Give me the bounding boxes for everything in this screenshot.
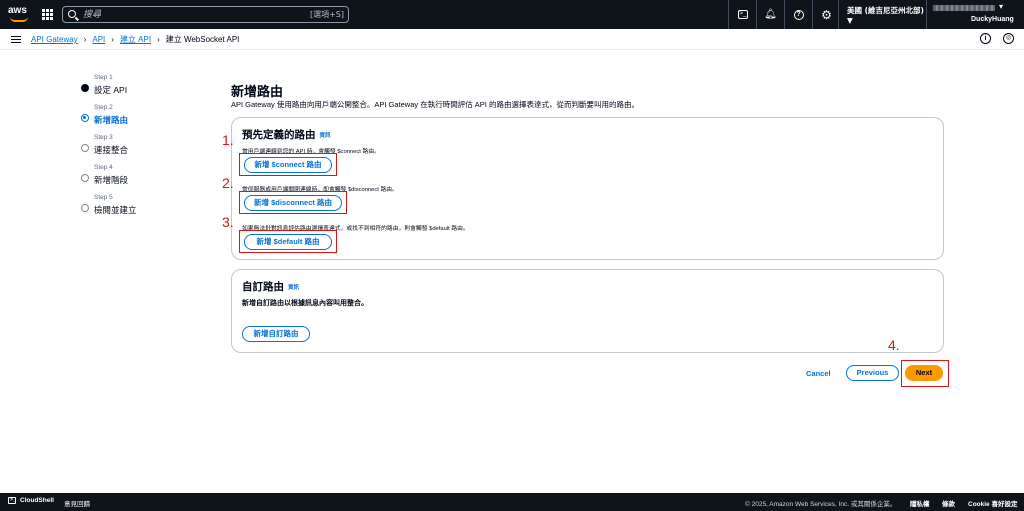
custom-routes-title: 自訂路由 資訊: [242, 279, 299, 294]
custom-routes-panel: [231, 269, 944, 353]
cloudshell-button[interactable]: >_: [728, 0, 756, 29]
step-label: Step 5: [94, 194, 113, 201]
footer: >_ CloudShell 意見回饋 © 2025, Amazon Web Se…: [0, 493, 1024, 511]
region-selector[interactable]: 美國 (維吉尼亞州北部) ▼: [838, 0, 926, 29]
help-button[interactable]: ?: [784, 0, 812, 29]
step-name: 連接整合: [94, 145, 129, 155]
privacy-link[interactable]: 隱私權: [910, 498, 930, 508]
predefined-info-link[interactable]: 資訊: [320, 133, 331, 139]
cancel-button[interactable]: Cancel: [806, 369, 831, 378]
step-name: 新增路由: [94, 115, 129, 125]
annotation-box-2: [239, 191, 347, 214]
step-name: 新增階段: [94, 175, 129, 185]
bell-icon: 🔔︎: [764, 9, 777, 20]
step-pending-icon: [81, 144, 89, 152]
annotation-box-1: [239, 153, 337, 176]
step-complete-icon: [81, 84, 89, 92]
annotation-box-3: [239, 230, 337, 253]
page-title: 新增路由: [231, 84, 284, 99]
terminal-icon: >_: [737, 10, 748, 19]
breadcrumb-api[interactable]: API: [92, 35, 105, 44]
step-pending-icon: [81, 204, 89, 212]
top-navigation: aws [選項+S] >_ 🔔︎ ? ⚙ 美國 (維吉尼亞州北部) ▼ ▾ Du…: [0, 0, 1024, 29]
breadcrumb: API Gateway › API › 建立 API › 建立 WebSocke…: [31, 34, 239, 45]
step-label: Step 4: [94, 164, 113, 171]
wizard-step-4: Step 4 新增階段: [80, 164, 200, 194]
step-label: Step 2: [94, 104, 113, 111]
nav-icon-group: >_ 🔔︎ ? ⚙: [728, 0, 840, 29]
services-grid-icon[interactable]: [42, 9, 53, 20]
breadcrumb-create-api[interactable]: 建立 API: [120, 34, 151, 45]
cookie-preferences-link[interactable]: Cookie 喜好設定: [968, 498, 1017, 508]
settings-button[interactable]: ⚙: [812, 0, 840, 29]
search-icon: [68, 10, 76, 18]
search-box[interactable]: [選項+S]: [62, 6, 349, 23]
wizard-step-5: Step 5 檢閱並建立: [80, 194, 200, 224]
breadcrumb-bar: API Gateway › API › 建立 API › 建立 WebSocke…: [0, 29, 1024, 50]
wizard-step-1[interactable]: Step 1 設定 API: [80, 74, 200, 104]
wizard-step-3: Step 3 連接整合: [80, 134, 200, 164]
step-active-icon: [81, 114, 89, 122]
aws-smile-icon: [10, 17, 28, 22]
page-description: API Gateway 使用路由向用戶端公開整合。API Gateway 在執行…: [231, 100, 639, 109]
custom-info-link[interactable]: 資訊: [288, 285, 299, 291]
annotation-number-3: 3.: [222, 214, 234, 230]
annotation-number-4: 4.: [888, 337, 900, 353]
chevron-right-icon: ›: [83, 35, 87, 44]
annotation-box-4: [901, 360, 949, 387]
step-name: 檢閱並建立: [94, 205, 137, 215]
predefined-routes-title: 預先定義的路由 資訊: [242, 127, 331, 142]
menu-icon[interactable]: [11, 36, 21, 43]
copyright: © 2025, Amazon Web Services, Inc. 或其關係企業…: [745, 501, 897, 508]
info-icon[interactable]: i: [980, 33, 991, 44]
step-pending-icon: [81, 174, 89, 182]
previous-button[interactable]: Previous: [846, 365, 899, 381]
username: DuckyHuang: [971, 16, 1014, 23]
account-id-redacted: [933, 5, 995, 11]
breadcrumb-api-gateway[interactable]: API Gateway: [31, 35, 78, 44]
feedback-link[interactable]: 意見回饋: [64, 498, 90, 508]
gear-icon: ⚙: [821, 7, 832, 22]
terms-link[interactable]: 條款: [942, 498, 955, 508]
wizard-steps: Step 1 設定 API Step 2 新增路由 Step 3 連接整合 St…: [80, 74, 200, 224]
custom-routes-heading: 自訂路由: [242, 281, 284, 293]
search-input[interactable]: [83, 8, 303, 21]
page-tools: i ◎: [980, 33, 1014, 44]
notifications-button[interactable]: 🔔︎: [756, 0, 784, 29]
annotation-number-1: 1.: [222, 132, 234, 148]
aws-logo-text: aws: [8, 5, 27, 16]
cloudshell-label: CloudShell: [20, 497, 54, 504]
chevron-right-icon: ›: [111, 35, 114, 44]
caret-down-icon: ▾: [999, 2, 1004, 11]
wizard-step-2: Step 2 新增路由: [80, 104, 200, 134]
custom-routes-description: 新增自訂路由以根據訊息內容叫用整合。: [242, 300, 368, 307]
search-shortcut: [選項+S]: [309, 10, 344, 19]
help-icon: ?: [793, 9, 804, 20]
step-label: Step 3: [94, 134, 113, 141]
step-label: Step 1: [94, 74, 113, 81]
step-name: 設定 API: [94, 85, 128, 95]
add-custom-route-button[interactable]: 新增自訂路由: [242, 326, 310, 342]
feedback-icon[interactable]: ◎: [1003, 33, 1014, 44]
breadcrumb-current: 建立 WebSocket API: [165, 35, 240, 44]
chevron-right-icon: ›: [157, 35, 160, 44]
predefined-routes-heading: 預先定義的路由: [242, 129, 316, 141]
annotation-number-2: 2.: [222, 175, 234, 191]
account-menu[interactable]: ▾ DuckyHuang: [926, 0, 1024, 29]
cloudshell-link[interactable]: >_ CloudShell: [8, 497, 54, 504]
aws-logo[interactable]: aws: [8, 5, 32, 23]
terminal-icon: >_: [8, 497, 16, 504]
